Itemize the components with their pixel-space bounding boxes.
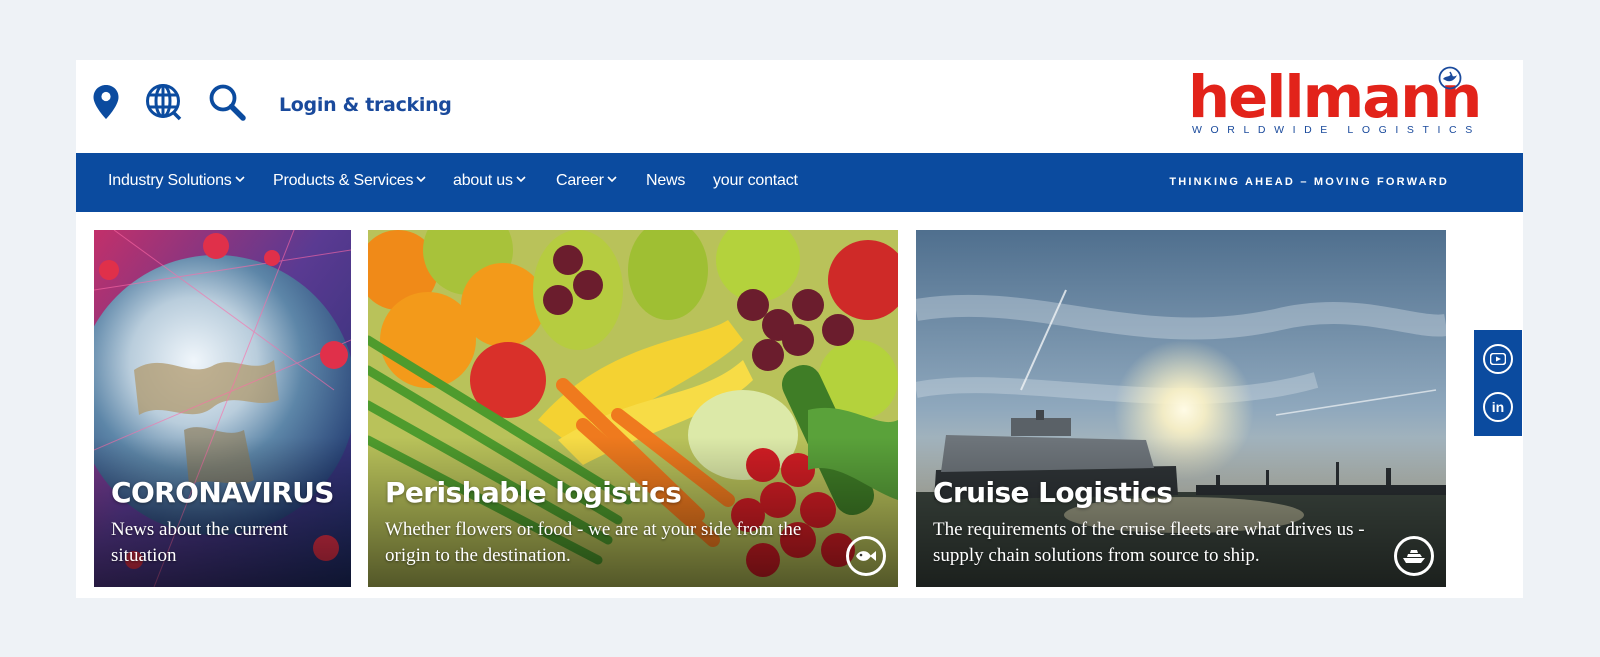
fish-icon [846,536,886,576]
card-title: Perishable logistics [385,476,682,509]
card-cruise-logistics[interactable]: Cruise Logistics The requirements of the… [916,230,1446,587]
globe-icon[interactable] [144,82,184,122]
hellmann-logo[interactable]: hellmann WORLDWIDE LOGISTICS [1188,66,1482,148]
page-frame: Login & tracking hellmann WORLDWIDE LOGI… [76,60,1523,598]
nav-item-industry-solutions[interactable]: Industry Solutions [108,172,245,190]
nav-item-label: your contact [713,172,798,189]
nav-item-label: Products & Services [273,172,414,189]
linkedin-icon[interactable]: in [1483,392,1513,422]
card-coronavirus[interactable]: CORONAVIRUS News about the current situa… [94,230,351,587]
nav-item-about-us[interactable]: about us [453,172,526,190]
nav-item-news[interactable]: News [646,172,685,190]
nav-item-label: Career [556,172,604,189]
login-tracking-link[interactable]: Login & tracking [279,94,452,116]
cruise-ship-icon [1394,536,1434,576]
chevron-down-icon [607,176,617,182]
nav-item-label: about us [453,172,513,189]
card-title: CORONAVIRUS [111,476,334,509]
nav-item-career[interactable]: Career [556,172,617,190]
linkedin-label: in [1491,399,1505,415]
top-bar: Login & tracking hellmann WORLDWIDE LOGI… [76,60,1523,153]
youtube-icon[interactable] [1483,344,1513,374]
chevron-down-icon [516,176,526,182]
location-pin-icon[interactable] [86,82,126,122]
logo-tagline: WORLDWIDE LOGISTICS [1192,124,1481,136]
card-text: The requirements of the cruise fleets ar… [933,519,1365,566]
chevron-down-icon [235,176,245,182]
nav-item-products-services[interactable]: Products & Services [273,172,426,190]
main-navigation: Industry Solutions Products & Services a… [76,153,1523,212]
slogan: THINKING AHEAD – MOVING FORWARD [1169,176,1449,188]
card-text: News about the current situation [111,519,288,566]
card-title: Cruise Logistics [933,476,1173,509]
nav-item-label: News [646,172,686,189]
search-icon[interactable] [207,82,247,122]
social-links-panel: in [1474,330,1522,436]
card-perishable-logistics[interactable]: Perishable logistics Whether flowers or … [368,230,898,587]
card-text: Whether flowers or food - we are at your… [385,519,802,566]
logo-seal-icon [1438,66,1462,95]
logo-wordmark: hellmann [1188,63,1482,131]
nav-item-your-contact[interactable]: your contact [713,172,798,190]
chevron-down-icon [416,176,426,182]
nav-item-label: Industry Solutions [108,172,232,189]
